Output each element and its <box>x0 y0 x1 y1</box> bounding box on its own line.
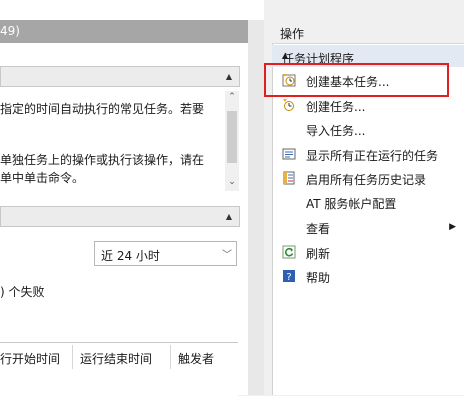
description-line: 单中单击命令。 <box>0 171 85 185</box>
pane-header: 49) <box>0 20 248 43</box>
actions-title-text: 操作 <box>280 27 305 41</box>
column-header[interactable]: 行开始时间 <box>0 350 60 367</box>
action-refresh[interactable]: 刷新 <box>276 241 462 263</box>
scroll-down-icon[interactable]: ⌄ <box>225 177 239 187</box>
help-icon: ? <box>283 270 295 283</box>
column-header[interactable]: 触发者 <box>178 350 214 367</box>
main-scrollbar[interactable] <box>248 20 264 395</box>
submenu-arrow-icon: ▶ <box>449 222 456 232</box>
highlight-box <box>264 63 449 97</box>
running-tasks-icon <box>282 148 296 160</box>
overview-description: 指定的时间自动执行的常见任务。若要 单独任务上的操作或执行该操作，请在 单中单击… <box>0 91 224 191</box>
action-label: 启用所有任务历史记录 <box>306 173 427 187</box>
scrollbar-thumb[interactable] <box>227 111 237 163</box>
action-label: 查看 <box>306 222 331 236</box>
refresh-icon <box>282 245 296 259</box>
column-divider[interactable] <box>170 345 171 369</box>
action-label: 导入任务... <box>306 124 366 138</box>
action-view-menu[interactable]: 查看 ▶ <box>276 216 462 238</box>
description-scrollbar[interactable]: ⌃ ⌄ <box>225 91 239 191</box>
main-pane <box>0 0 264 395</box>
description-line: 指定的时间自动执行的常见任务。若要 <box>0 102 205 116</box>
task-status-summary: ) 个失败 <box>0 285 45 299</box>
action-at-service-account[interactable]: AT 服务帐户配置 <box>276 191 462 213</box>
column-header[interactable]: 运行结束时间 <box>80 350 152 367</box>
action-label: 刷新 <box>306 247 331 261</box>
overview-section-bar[interactable]: ▲ <box>0 66 240 87</box>
action-label: 帮助 <box>306 271 331 285</box>
pane-header-text: 49) <box>0 24 20 38</box>
action-show-running-tasks[interactable]: 显示所有正在运行的任务 <box>276 143 462 165</box>
scroll-up-icon[interactable]: ⌃ <box>225 92 239 102</box>
action-create-task[interactable]: 创建任务... <box>276 94 462 116</box>
svg-text:?: ? <box>286 272 291 283</box>
collapse-up-icon[interactable]: ▲ <box>223 211 235 223</box>
action-label: 创建任务... <box>306 100 366 114</box>
time-range-select[interactable]: 近 24 小时 ﹀ <box>94 241 237 266</box>
action-import-task[interactable]: 导入任务... <box>276 118 462 140</box>
action-label: 显示所有正在运行的任务 <box>306 149 439 163</box>
collapse-up-icon[interactable]: ▲ <box>282 51 458 60</box>
action-help[interactable]: ? 帮助 <box>276 265 462 287</box>
action-label: AT 服务帐户配置 <box>306 197 397 211</box>
actions-pane-title: 操作 <box>272 20 464 44</box>
description-line: 单独任务上的操作或执行该操作，请在 <box>0 153 205 167</box>
chevron-down-icon: ﹀ <box>222 250 232 261</box>
history-icon <box>283 171 295 185</box>
action-enable-task-history[interactable]: 启用所有任务历史记录 <box>276 167 462 189</box>
create-task-icon <box>283 99 294 111</box>
time-range-value: 近 24 小时 <box>101 249 160 263</box>
task-status-table: 行开始时间 运行结束时间 触发者 <box>0 342 238 396</box>
collapse-up-icon[interactable]: ▲ <box>223 71 235 83</box>
column-divider[interactable] <box>72 345 73 369</box>
status-section-bar[interactable]: ▲ <box>0 206 240 227</box>
